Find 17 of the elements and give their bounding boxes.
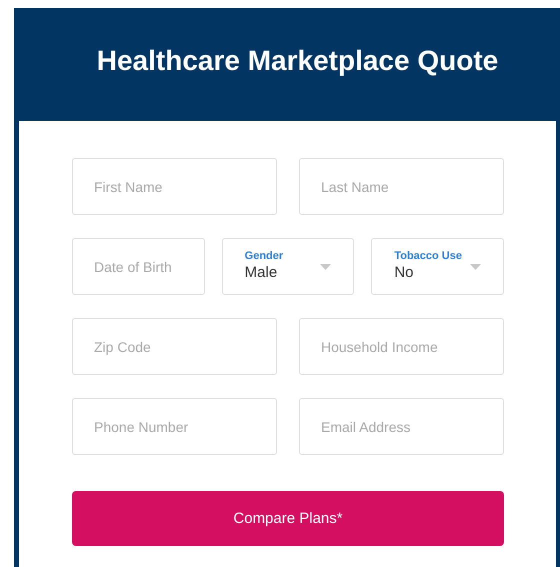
field-label: Tobacco Use — [394, 250, 462, 262]
field-label: Gender — [244, 250, 284, 262]
caret-icon — [320, 264, 332, 270]
input-field[interactable]: Email Address — [299, 398, 504, 455]
page-title: Healthcare Marketplace Quote — [96, 44, 498, 76]
input-field[interactable]: First Name — [72, 158, 277, 215]
input-field[interactable]: Last Name — [299, 158, 504, 215]
field-value: No — [394, 264, 415, 281]
input-field[interactable]: Household Income — [299, 318, 504, 375]
input-field[interactable]: Phone Number — [72, 398, 277, 455]
input-field[interactable]: Date of Birth — [72, 238, 205, 295]
select-field[interactable]: Gender Male — [222, 238, 354, 295]
select-field[interactable]: Tobacco Use No — [371, 238, 504, 295]
field-value: Male — [244, 264, 278, 281]
input-field[interactable]: Zip Code — [72, 318, 277, 375]
caret-icon — [470, 264, 481, 270]
compare-plans-button[interactable]: Compare Plans* — [72, 491, 504, 546]
